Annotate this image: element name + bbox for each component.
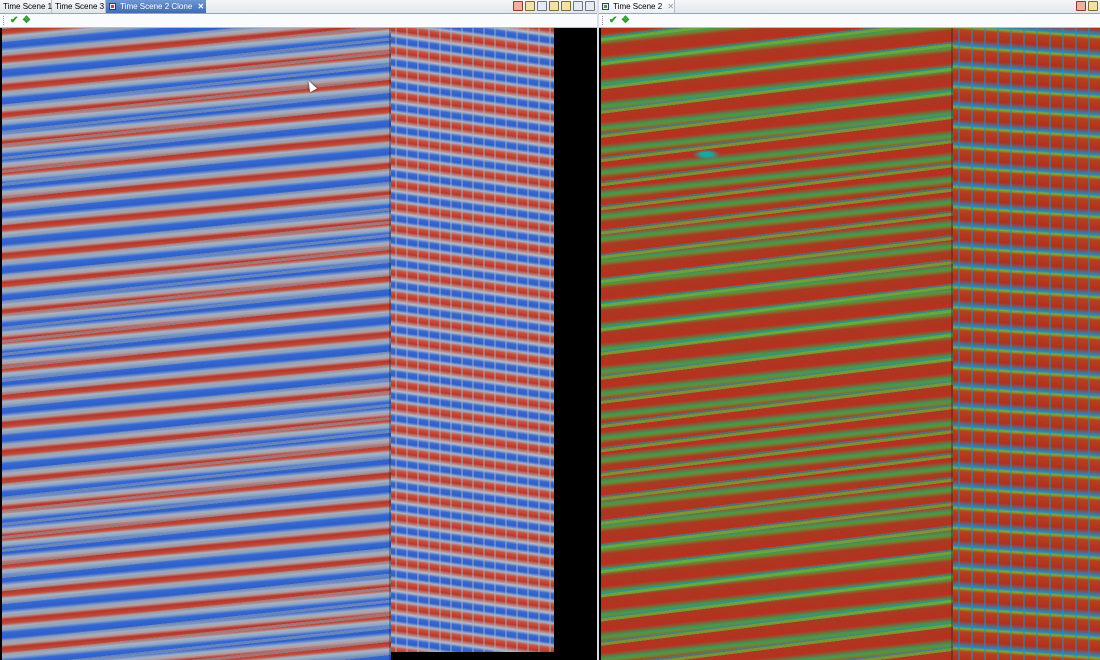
tab-time-scene-2-clone[interactable]: Time Scene 2 Clone ✕: [106, 0, 206, 13]
palette-icon[interactable]: [525, 1, 535, 11]
inline-attribute-section: [601, 28, 953, 660]
right-panel-toolbar: [1076, 1, 1098, 12]
scene-settings-icon[interactable]: [513, 1, 523, 11]
maximize-window-icon[interactable]: [585, 1, 595, 11]
right-scene-panel: Time Scene 2 ✕ ✔ ❖: [599, 0, 1100, 660]
close-tab-icon[interactable]: ✕: [667, 0, 674, 13]
apply-all-check-icon[interactable]: ❖: [22, 15, 31, 26]
apply-check-icon[interactable]: ✔: [609, 15, 617, 26]
crossline-seismic-section: [391, 28, 554, 652]
seismic-3d-view[interactable]: [0, 28, 597, 660]
tab-time-scene-2[interactable]: Time Scene 2 ✕: [599, 0, 675, 13]
scene-icon: [109, 1, 116, 10]
scene-settings-icon[interactable]: [1076, 1, 1086, 11]
left-sub-toolbar: ✔ ❖: [0, 14, 597, 28]
tab-time-scene-1[interactable]: Time Scene 1: [0, 0, 52, 13]
left-tab-bar: Time Scene 1 Time Scene 3 Time Scene 2 C…: [0, 0, 597, 14]
right-sub-toolbar: ✔ ❖: [599, 14, 1100, 28]
attribute-3d-view[interactable]: [599, 28, 1100, 660]
tab-label: Time Scene 2: [613, 2, 663, 11]
apply-check-icon[interactable]: ✔: [10, 15, 18, 26]
scene-icon: [602, 1, 609, 10]
toolbar-grip-icon[interactable]: [3, 16, 5, 25]
apply-all-check-icon[interactable]: ❖: [621, 15, 630, 26]
toolbar-grip-icon[interactable]: [602, 16, 604, 25]
palette-icon[interactable]: [1088, 1, 1098, 11]
tab-label: Time Scene 3: [55, 2, 105, 11]
inline-seismic-section: [2, 28, 391, 660]
layers-icon[interactable]: [549, 1, 559, 11]
left-panel-toolbar: [513, 1, 595, 12]
right-tab-bar: Time Scene 2 ✕: [599, 0, 1100, 14]
minimize-window-icon[interactable]: [573, 1, 583, 11]
close-tab-icon[interactable]: ✕: [198, 0, 205, 13]
tab-label: Time Scene 1: [3, 2, 53, 11]
left-scene-panel: Time Scene 1 Time Scene 3 Time Scene 2 C…: [0, 0, 597, 660]
tab-label: Time Scene 2 Clone: [120, 2, 193, 11]
lock-icon[interactable]: [561, 1, 571, 11]
camera-icon[interactable]: [537, 1, 547, 11]
empty-background: [554, 28, 597, 660]
tab-time-scene-3[interactable]: Time Scene 3: [52, 0, 106, 13]
crossline-attribute-section: [953, 28, 1100, 660]
